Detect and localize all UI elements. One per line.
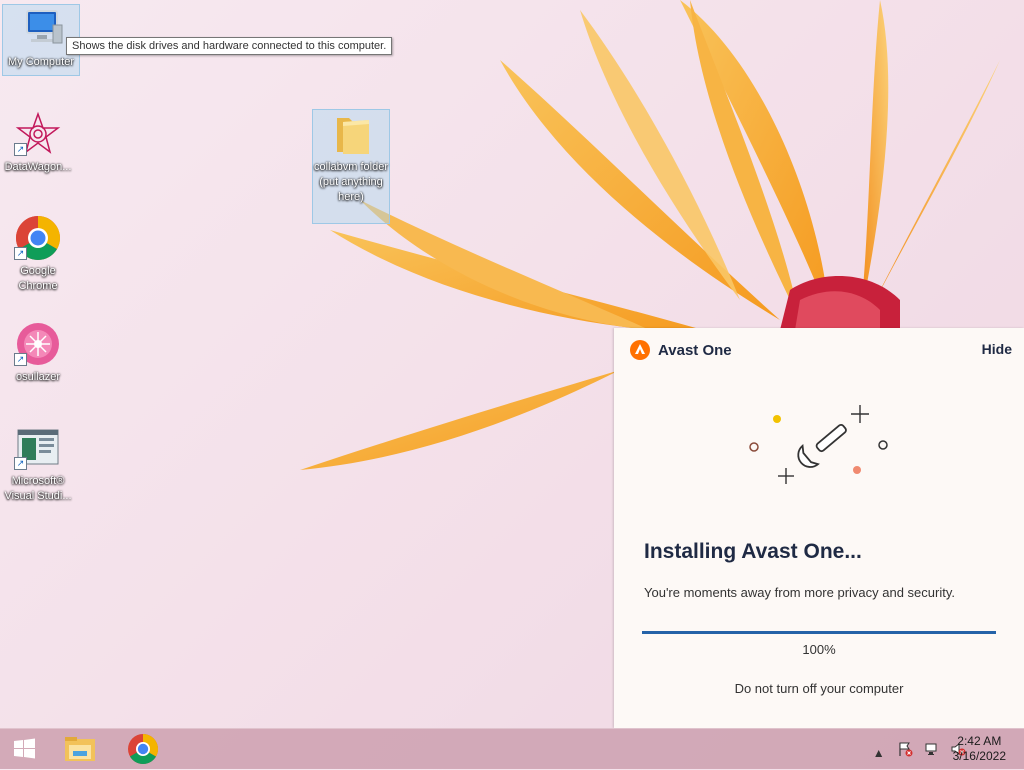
progress-fill [642, 631, 996, 634]
file-explorer-button[interactable] [60, 733, 100, 765]
taskbar: ▲ 2:42 AM 3/16/2022 [0, 728, 1024, 769]
install-subtitle: You're moments away from more privacy an… [644, 585, 955, 600]
chrome-taskbar-button[interactable] [123, 733, 163, 765]
clock-time: 2:42 AM [957, 734, 1002, 748]
clock-date: 3/16/2022 [952, 749, 1006, 763]
desktop-icon-label: collabvm folder (put anything here) [314, 161, 388, 203]
avast-install-panel: Avast One Hide Installing Avast One... Y… [614, 328, 1024, 728]
start-button[interactable] [4, 733, 44, 765]
chrome-icon [128, 734, 159, 765]
desktop-icon-label: Microsoft® Visual Studi... [4, 475, 72, 502]
datawagon-icon: ↗ [14, 110, 62, 158]
network-icon[interactable] [924, 741, 940, 757]
visual-studio-icon: ↗ [14, 424, 62, 472]
avast-title: Avast One [658, 342, 732, 359]
install-progress-bar [642, 631, 996, 634]
progress-percent-label: 100% [802, 642, 836, 657]
hide-button[interactable]: Hide [982, 341, 1012, 357]
show-hidden-icons-arrow-icon[interactable]: ▲ [871, 745, 887, 761]
wrench-illustration-icon [749, 405, 888, 484]
osu-lazer-icon: ↗ [14, 320, 62, 368]
desktop-icon-label: Google Chrome [18, 265, 58, 292]
system-tray: ▲ [865, 741, 966, 760]
folder-icon [327, 110, 375, 158]
windows-start-icon [14, 738, 35, 759]
desktop-icon-datawagon[interactable]: ↗ DataWagon... [0, 110, 76, 175]
desktop-icon-visual-studio[interactable]: ↗ Microsoft® Visual Studi... [0, 424, 76, 504]
shortcut-arrow-icon: ↗ [14, 247, 27, 260]
shortcut-arrow-icon: ↗ [14, 457, 27, 470]
install-note: Do not turn off your computer [734, 681, 904, 696]
shortcut-arrow-icon: ↗ [14, 143, 27, 156]
taskbar-clock[interactable]: 2:42 AM 3/16/2022 [953, 734, 1006, 764]
avast-header: Avast One Hide [630, 340, 1012, 364]
computer-icon [17, 5, 65, 53]
desktop-icon-label: osullazer [15, 371, 61, 383]
shortcut-arrow-icon: ↗ [14, 353, 27, 366]
install-heading: Installing Avast One... [644, 540, 862, 563]
desktop-icon-osullazer[interactable]: ↗ osullazer [0, 320, 76, 385]
desktop-icon-collabvm-folder[interactable]: collabvm folder (put anything here) [312, 109, 390, 224]
chrome-icon: ↗ [14, 214, 62, 262]
file-explorer-icon [65, 737, 95, 761]
desktop-icon-label: My Computer [7, 56, 75, 68]
desktop-icon-google-chrome[interactable]: ↗ Google Chrome [0, 214, 76, 294]
avast-logo-icon [630, 340, 650, 360]
desktop: My Computer Shows the disk drives and ha… [0, 0, 1024, 728]
action-center-flag-icon[interactable] [897, 741, 913, 757]
desktop-icon-label: DataWagon... [4, 161, 72, 173]
tooltip: Shows the disk drives and hardware conne… [66, 37, 393, 55]
